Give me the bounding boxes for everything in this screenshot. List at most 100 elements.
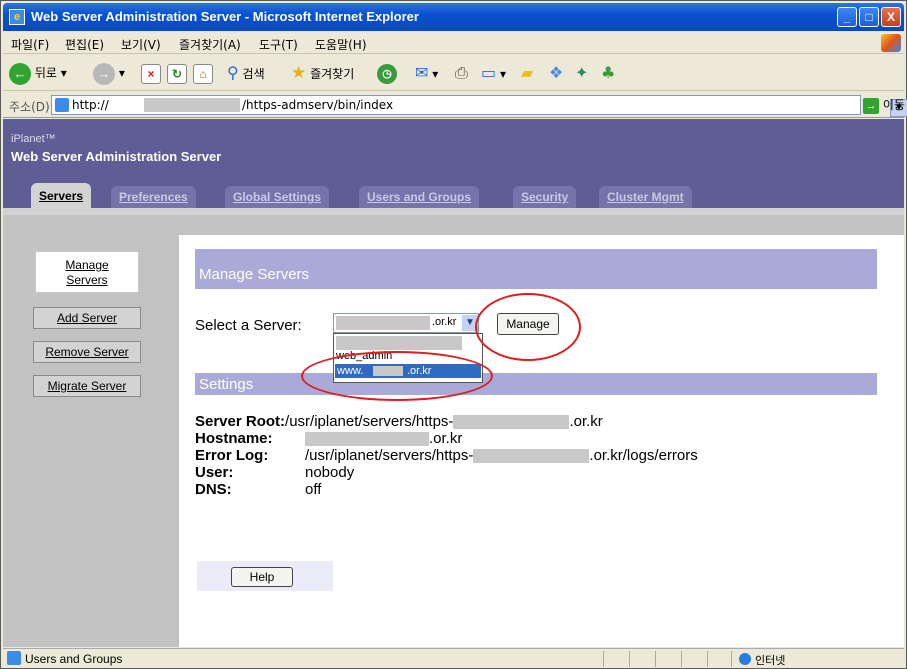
- windows-logo-icon: [881, 34, 901, 52]
- hostname-row: Hostname: .or.kr: [195, 430, 462, 447]
- edit-icon: ▭: [481, 63, 497, 82]
- status-divider: [681, 651, 682, 667]
- status-bar: Users and Groups 인터넷: [3, 648, 904, 668]
- address-input[interactable]: http:// /https-admserv/bin/index ▼: [51, 95, 907, 117]
- back-arrow-icon: ←: [9, 62, 31, 85]
- server-root-value: /usr/iplanet/servers/https-: [285, 413, 454, 430]
- app-title: Web Server Administration Server: [11, 149, 222, 164]
- user-key: User:: [195, 464, 234, 481]
- dropdown-option-redacted[interactable]: [336, 336, 462, 350]
- menu-help[interactable]: 도움말(H): [315, 36, 367, 53]
- sidebar-item-manage-servers[interactable]: Manage Servers: [35, 251, 139, 293]
- go-button[interactable]: → 이동: [863, 96, 905, 114]
- back-button[interactable]: ← 뒤로 ▾: [9, 61, 67, 85]
- help-area: Help: [197, 561, 333, 591]
- status-divider: [603, 651, 604, 667]
- messenger-button[interactable]: ❖: [549, 61, 563, 85]
- browser-window: e Web Server Administration Server - Mic…: [0, 0, 907, 669]
- server-select[interactable]: .or.kr ▼: [333, 313, 479, 333]
- menu-favorites[interactable]: 즐겨찾기(A): [179, 36, 241, 53]
- home-button[interactable]: ⌂: [193, 61, 213, 85]
- error-log-key: Error Log:: [195, 447, 269, 464]
- error-log-redacted: [473, 449, 590, 464]
- close-button[interactable]: X: [881, 7, 901, 27]
- go-arrow-icon: →: [863, 97, 879, 114]
- sidebar-item-migrate-server[interactable]: Migrate Server: [33, 375, 141, 397]
- dns-value: off: [305, 481, 322, 498]
- toolbar: ← 뒤로 ▾ → ▾ × ↻ ⌂ ⚲ 검색 ★ 즐겨찾기 ◷ ✉ ▾ ⎙ ▭ ▾…: [3, 55, 904, 91]
- sidebar-item-add-server[interactable]: Add Server: [33, 307, 141, 329]
- selected-redacted: [336, 316, 430, 330]
- selected-suffix: .or.kr: [432, 316, 457, 328]
- people-icon: ♣: [601, 63, 616, 82]
- folder-button[interactable]: ▰: [521, 61, 533, 85]
- user-value: nobody: [305, 464, 355, 481]
- error-log-suffix: .or.kr/logs/errors: [589, 447, 698, 464]
- people-button[interactable]: ♣: [601, 61, 615, 85]
- address-path: /https-admserv/bin/index: [242, 98, 394, 112]
- address-label: 주소(D): [9, 100, 50, 114]
- tab-users-and-groups[interactable]: Users and Groups: [359, 186, 480, 208]
- tab-cluster-mgmt[interactable]: Cluster Mgmt: [599, 186, 692, 208]
- status-text: Users and Groups: [25, 652, 123, 666]
- forward-button[interactable]: → ▾: [93, 61, 125, 85]
- tab-security[interactable]: Security: [513, 186, 577, 208]
- tab-servers[interactable]: Servers: [31, 183, 92, 209]
- print-icon: ⎙: [455, 63, 468, 82]
- stop-button[interactable]: ×: [141, 61, 161, 85]
- internet-zone-icon: [739, 653, 751, 665]
- internet-zone-label: 인터넷: [755, 654, 786, 667]
- refresh-button[interactable]: ↻: [167, 61, 187, 85]
- dns-row: DNS: off: [195, 481, 321, 498]
- minimize-button[interactable]: _: [837, 7, 857, 27]
- messenger-icon: ❖: [549, 63, 564, 82]
- research-button[interactable]: ✦: [575, 61, 588, 85]
- star-icon: ★: [291, 63, 307, 83]
- manage-line1: Manage: [65, 258, 109, 272]
- tab-preferences[interactable]: Preferences: [111, 186, 196, 208]
- ie-icon: e: [9, 9, 25, 25]
- menu-view[interactable]: 보기(V): [121, 36, 161, 53]
- annotation-circle-option: [301, 351, 493, 401]
- main-content: Manage Servers Select a Server: .or.kr ▼…: [179, 235, 904, 647]
- sidebar-item-remove-server[interactable]: Remove Server: [33, 341, 141, 363]
- server-root-suffix: .or.kr: [569, 413, 603, 430]
- help-button[interactable]: Help: [231, 567, 293, 587]
- address-bar: 주소(D) http:// /https-admserv/bin/index ▼…: [3, 92, 907, 118]
- select-server-label: Select a Server:: [195, 317, 302, 334]
- home-icon: ⌂: [193, 63, 213, 84]
- history-button[interactable]: ◷: [377, 61, 397, 85]
- brand-name: iPlanet™: [11, 133, 56, 145]
- folder-icon: ▰: [521, 63, 534, 82]
- menu-tools[interactable]: 도구(T): [259, 36, 298, 53]
- history-icon: ◷: [377, 63, 397, 84]
- title-bar[interactable]: e Web Server Administration Server - Mic…: [3, 3, 904, 31]
- user-row: User: nobody: [195, 464, 354, 481]
- page-content: iPlanet™ Web Server Administration Serve…: [3, 119, 904, 647]
- search-button[interactable]: ⚲ 검색: [227, 61, 265, 85]
- mail-button[interactable]: ✉ ▾: [415, 61, 438, 85]
- tab-band: [3, 208, 904, 215]
- manage-heading-text: Manage Servers: [199, 266, 310, 283]
- search-icon: ⚲: [227, 63, 239, 82]
- hostname-key: Hostname:: [195, 430, 273, 447]
- manage-servers-heading: Manage Servers: [195, 249, 877, 289]
- mail-icon: ✉: [415, 63, 429, 82]
- tab-global-settings[interactable]: Global Settings: [225, 186, 330, 208]
- print-button[interactable]: ⎙: [455, 61, 468, 85]
- favorites-button[interactable]: ★ 즐겨찾기: [291, 61, 354, 85]
- settings-heading-text: Settings: [199, 376, 254, 393]
- status-divider: [629, 651, 630, 667]
- search-label: 검색: [242, 67, 265, 81]
- error-log-value: /usr/iplanet/servers/https-: [305, 447, 474, 464]
- server-root-row: Server Root:/usr/iplanet/servers/https-.…: [195, 413, 603, 430]
- back-label: 뒤로: [34, 66, 57, 80]
- favorites-label: 즐겨찾기: [310, 67, 355, 81]
- refresh-icon: ↻: [167, 63, 187, 84]
- menu-edit[interactable]: 편집(E): [65, 36, 104, 53]
- settings-heading: Settings: [195, 373, 877, 395]
- maximize-button[interactable]: □: [859, 7, 879, 27]
- edit-button[interactable]: ▭ ▾: [481, 61, 506, 85]
- menu-file[interactable]: 파일(F): [11, 36, 49, 53]
- sidebar: Manage Servers Add Server Remove Server …: [3, 215, 179, 647]
